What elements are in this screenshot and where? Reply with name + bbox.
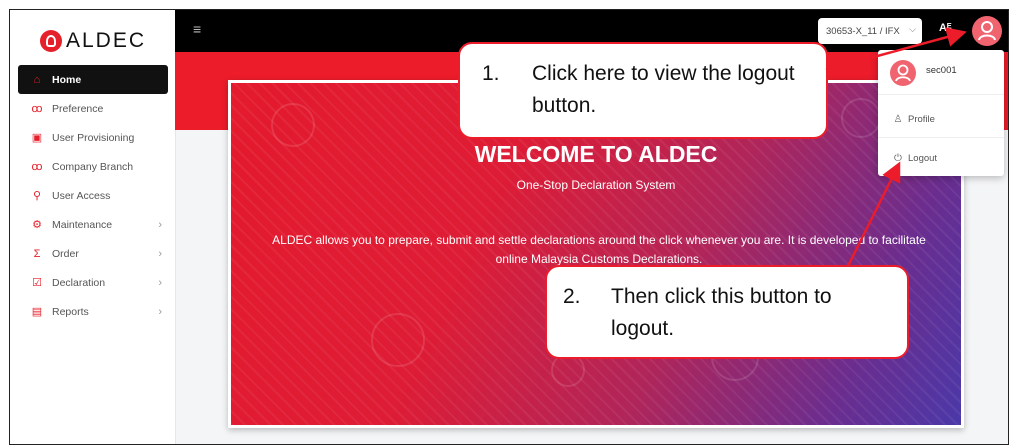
callout-arrows [825, 27, 967, 267]
arrow-to-avatar [825, 27, 967, 72]
arrow-to-logout [846, 161, 901, 267]
